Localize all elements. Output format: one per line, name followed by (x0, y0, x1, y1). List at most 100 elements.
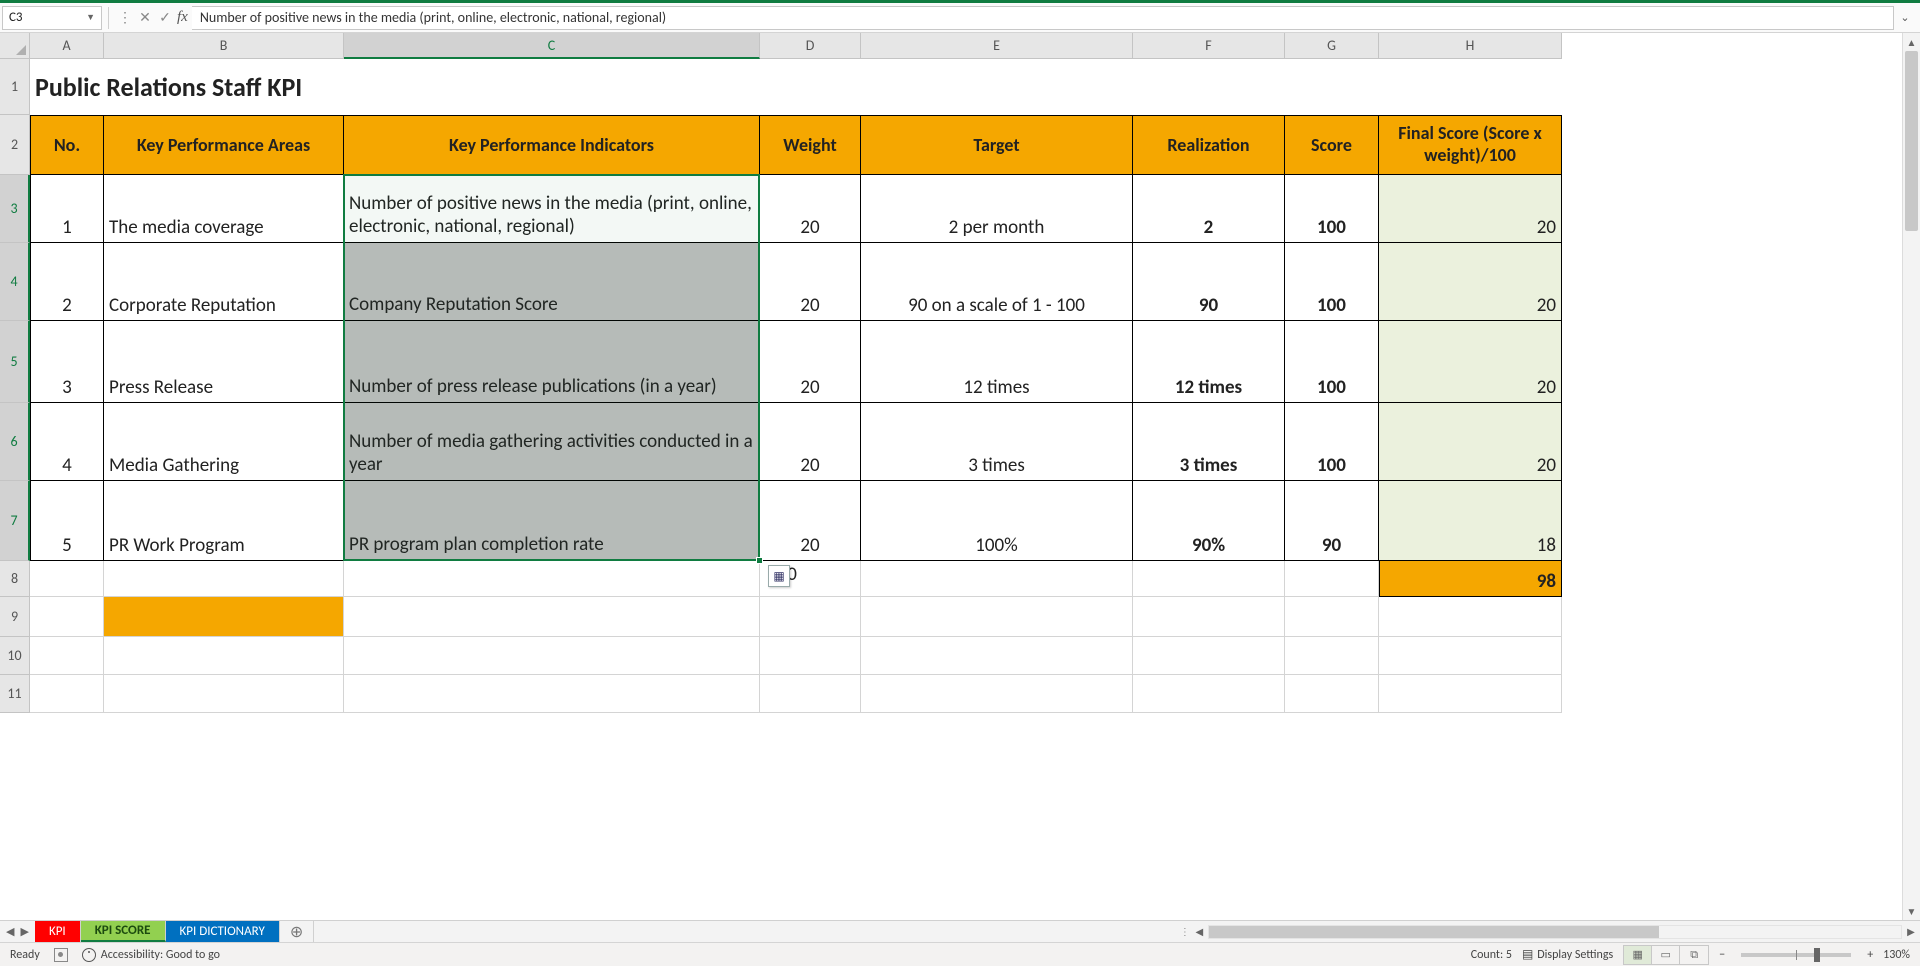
quick-analysis-icon[interactable]: ▦ (768, 565, 790, 587)
cell-real-6[interactable]: 3 times (1133, 403, 1285, 481)
tab-new-sheet[interactable]: ⊕ (280, 921, 314, 942)
cell-weight-7[interactable]: 20 (760, 481, 861, 561)
cell-score-4[interactable]: 100 (1285, 243, 1379, 321)
colhdr-F[interactable]: F (1133, 33, 1285, 59)
cell-F11[interactable] (1133, 675, 1285, 713)
hdr-final[interactable]: Final Score (Score x weight)/100 (1379, 115, 1562, 175)
cell-final-sum[interactable]: 98 (1379, 561, 1562, 597)
cell-C8[interactable] (344, 561, 760, 597)
scroll-left-icon[interactable]: ◀ (1190, 921, 1208, 942)
cell-F8[interactable] (1133, 561, 1285, 597)
tab-kpi-dictionary[interactable]: KPI DICTIONARY (166, 921, 280, 942)
vertical-scrollbar[interactable]: ▲ ▼ (1902, 33, 1920, 920)
cell-final-7[interactable]: 18 (1379, 481, 1562, 561)
cell-final-3[interactable]: 20 (1379, 175, 1562, 243)
cell-target-4[interactable]: 90 on a scale of 1 - 100 (861, 243, 1133, 321)
hdr-no[interactable]: No. (30, 115, 104, 175)
cell-H10[interactable] (1379, 637, 1562, 675)
colhdr-C[interactable]: C (344, 33, 760, 59)
view-page-break-icon[interactable]: ⧉ (1680, 946, 1708, 964)
rowhdr-8[interactable]: 8 (0, 561, 30, 597)
cell-weight-3[interactable]: 20 (760, 175, 861, 243)
hdr-score[interactable]: Score (1285, 115, 1379, 175)
cell-G8[interactable] (1285, 561, 1379, 597)
cell-G11[interactable] (1285, 675, 1379, 713)
cell-area-7[interactable]: PR Work Program (104, 481, 344, 561)
cell-H9[interactable] (1379, 597, 1562, 637)
cell-G10[interactable] (1285, 637, 1379, 675)
view-page-layout-icon[interactable]: ▭ (1652, 946, 1680, 964)
colhdr-E[interactable]: E (861, 33, 1133, 59)
cell-kpi-3[interactable]: Number of positive news in the media (pr… (344, 175, 760, 243)
cell-B9[interactable] (104, 597, 344, 637)
sheet-title[interactable]: Public Relations Staff KPI (30, 59, 1562, 115)
cell-B8[interactable] (104, 561, 344, 597)
zoom-knob[interactable] (1814, 948, 1820, 962)
rowhdr-4[interactable]: 4 (0, 243, 30, 321)
cell-area-5[interactable]: Press Release (104, 321, 344, 403)
cell-final-6[interactable]: 20 (1379, 403, 1562, 481)
cell-A11[interactable] (30, 675, 104, 713)
cell-G9[interactable] (1285, 597, 1379, 637)
cell-no-4[interactable]: 2 (30, 243, 104, 321)
cell-area-6[interactable]: Media Gathering (104, 403, 344, 481)
hscroll-track[interactable] (1208, 925, 1902, 939)
cell-D11[interactable] (760, 675, 861, 713)
scroll-up-icon[interactable]: ▲ (1903, 33, 1920, 51)
cell-kpi-4[interactable]: Company Reputation Score (344, 243, 760, 321)
zoom-slider[interactable] (1741, 953, 1851, 957)
rowhdr-9[interactable]: 9 (0, 597, 30, 637)
scroll-down-icon[interactable]: ▼ (1903, 902, 1920, 920)
cell-C11[interactable] (344, 675, 760, 713)
accessibility-status[interactable]: Accessibility: Good to go (82, 948, 220, 962)
cell-no-5[interactable]: 3 (30, 321, 104, 403)
selection-handle[interactable] (756, 557, 763, 564)
rowhdr-7[interactable]: 7 (0, 481, 30, 561)
cell-target-6[interactable]: 3 times (861, 403, 1133, 481)
formula-input[interactable]: Number of positive news in the media (pr… (192, 6, 1894, 30)
cell-final-5[interactable]: 20 (1379, 321, 1562, 403)
scroll-right-icon[interactable]: ▶ (1902, 921, 1920, 942)
cell-kpi-6[interactable]: Number of media gathering activities con… (344, 403, 760, 481)
hdr-realization[interactable]: Realization (1133, 115, 1285, 175)
fx-icon[interactable]: fx (177, 9, 188, 26)
hdr-areas[interactable]: Key Performance Areas (104, 115, 344, 175)
cell-real-7[interactable]: 90% (1133, 481, 1285, 561)
macro-record-icon[interactable] (54, 948, 68, 962)
zoom-in-icon[interactable]: + (1867, 948, 1873, 962)
dots-icon[interactable]: ⋮ (115, 9, 135, 26)
cell-A10[interactable] (30, 637, 104, 675)
rowhdr-5[interactable]: 5 (0, 321, 30, 403)
cells-area[interactable]: Public Relations Staff KPI No. Key Perfo… (30, 59, 1902, 920)
cell-E8[interactable] (861, 561, 1133, 597)
cell-E9[interactable] (861, 597, 1133, 637)
enter-icon[interactable]: ✓ (155, 9, 175, 26)
zoom-level[interactable]: 130% (1883, 948, 1910, 962)
colhdr-B[interactable]: B (104, 33, 344, 59)
colhdr-G[interactable]: G (1285, 33, 1379, 59)
cell-real-3[interactable]: 2 (1133, 175, 1285, 243)
cell-F9[interactable] (1133, 597, 1285, 637)
tab-nav[interactable]: ◀ ▶ (0, 921, 35, 942)
cell-E10[interactable] (861, 637, 1133, 675)
cell-C10[interactable] (344, 637, 760, 675)
cell-no-3[interactable]: 1 (30, 175, 104, 243)
cell-B11[interactable] (104, 675, 344, 713)
cell-target-5[interactable]: 12 times (861, 321, 1133, 403)
hdr-weight[interactable]: Weight (760, 115, 861, 175)
cell-score-7[interactable]: 90 (1285, 481, 1379, 561)
rowhdr-2[interactable]: 2 (0, 115, 30, 175)
rowhdr-1[interactable]: 1 (0, 59, 30, 115)
tabs-splitter[interactable]: ⋮ (1180, 921, 1190, 942)
cell-kpi-7[interactable]: PR program plan completion rate (344, 481, 760, 561)
vscroll-thumb[interactable] (1905, 51, 1918, 231)
cell-weight-4[interactable]: 20 (760, 243, 861, 321)
cell-D10[interactable] (760, 637, 861, 675)
cell-no-6[interactable]: 4 (30, 403, 104, 481)
cancel-icon[interactable]: ✕ (135, 9, 155, 26)
hdr-kpi[interactable]: Key Performance Indicators (344, 115, 760, 175)
select-all-corner[interactable] (0, 33, 30, 59)
cell-B10[interactable] (104, 637, 344, 675)
rowhdr-3[interactable]: 3 (0, 175, 30, 243)
cell-kpi-5[interactable]: Number of press release publications (in… (344, 321, 760, 403)
